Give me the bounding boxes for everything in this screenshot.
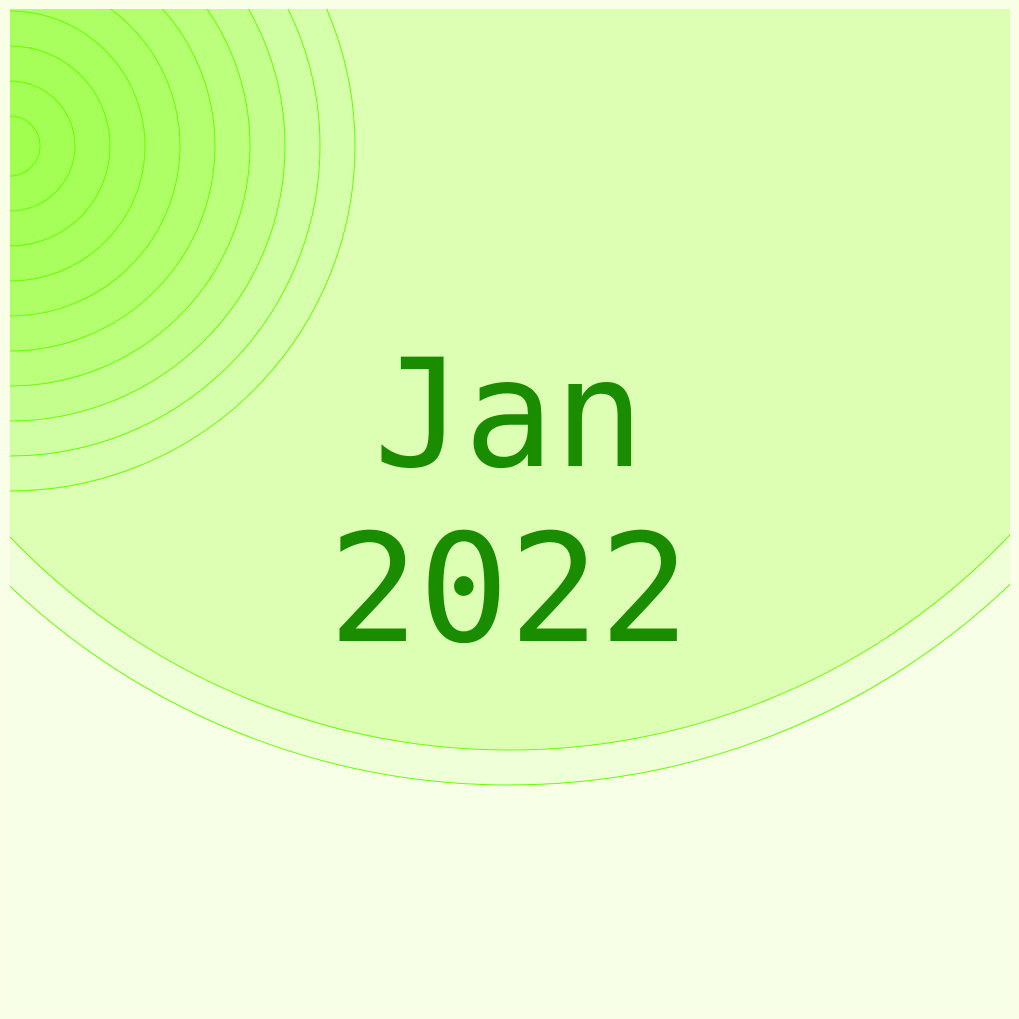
- month-label: Jan: [374, 328, 645, 502]
- year-label: 2022: [328, 503, 689, 677]
- calendar-tile: Jan 2022: [0, 0, 1019, 1019]
- decorative-rings-artwork: Jan 2022: [0, 0, 1019, 1019]
